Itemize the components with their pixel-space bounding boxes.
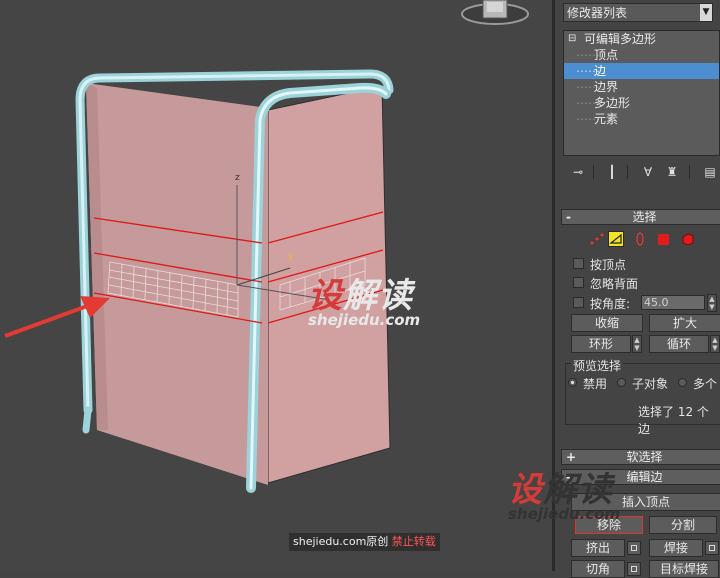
ignore-backfacing-checkbox[interactable]	[573, 277, 584, 288]
credit-tag: shejiedu.com原创 禁止转载	[289, 533, 440, 551]
split-button[interactable]: 分割	[649, 516, 717, 534]
preview-selection-label: 预览选择	[571, 357, 624, 374]
selection-status: 选择了 12 个边	[638, 405, 709, 436]
chamfer-button[interactable]: 切角	[571, 560, 625, 578]
ring-button[interactable]: 环形	[571, 335, 631, 353]
chamfer-settings-button[interactable]	[627, 562, 641, 576]
show-end-result-icon[interactable]: ┃	[603, 163, 621, 181]
watermark-top: 设解读 shejiedu.com	[308, 276, 421, 329]
axis-z-label: z	[235, 173, 240, 183]
modifier-stack[interactable]: ⊟ 可编辑多边形 ⋯⋯ 顶点 ⋯⋯ 边 ⋯⋯ 边界 ⋯⋯ 多边形 ⋯⋯ 元素	[563, 30, 720, 156]
angle-input[interactable]: 45.0	[641, 295, 705, 310]
border-level-icon[interactable]	[632, 231, 648, 247]
configure-sets-icon[interactable]: ▤	[701, 163, 719, 181]
collapse-icon[interactable]: ⊟	[568, 31, 576, 47]
by-angle-label: 按角度:	[590, 297, 631, 311]
weld-settings-button[interactable]	[705, 541, 719, 555]
stack-item-edge[interactable]: ⋯⋯ 边	[564, 63, 719, 79]
vertex-level-icon[interactable]	[589, 231, 605, 247]
modifier-list-dropdown[interactable]: 修改器列表 ▼	[563, 3, 713, 22]
perspective-viewport[interactable]: z y 设解读 shejiedu.com shejiedu.com原创 禁止转载	[0, 0, 552, 571]
shrink-button[interactable]: 收缩	[571, 314, 643, 332]
viewcube-icon[interactable]	[461, 0, 529, 25]
extrude-button[interactable]: 挤出	[571, 539, 625, 557]
weld-button[interactable]: 焊接	[649, 539, 703, 557]
preview-disable-label: 禁用	[583, 377, 608, 391]
stack-item-polygon[interactable]: ⋯⋯ 多边形	[564, 95, 719, 111]
stack-root[interactable]: ⊟ 可编辑多边形	[564, 31, 719, 47]
preview-multi-label: 多个	[693, 377, 718, 391]
angle-spinner[interactable]: ▲ ▼	[707, 294, 717, 312]
edge-level-icon[interactable]	[608, 231, 624, 247]
stack-toolbar: ⊸ ┃ ∀ ♜ ▤	[563, 163, 720, 181]
grow-button[interactable]: 扩大	[649, 314, 720, 332]
stack-item-element[interactable]: ⋯⋯ 元素	[564, 111, 719, 127]
ignore-backfacing-label: 忽略背面	[590, 277, 639, 291]
stack-item-border[interactable]: ⋯⋯ 边界	[564, 79, 719, 95]
by-angle-checkbox[interactable]	[573, 297, 584, 308]
selection-rollout-header[interactable]: - 选择	[561, 209, 720, 225]
axis-y-label: y	[288, 251, 294, 262]
element-level-icon[interactable]	[680, 231, 696, 247]
extrude-settings-button[interactable]	[627, 541, 641, 555]
by-vertex-checkbox[interactable]	[573, 258, 584, 269]
loop-button[interactable]: 循环	[649, 335, 709, 353]
by-vertex-label: 按顶点	[590, 258, 627, 272]
preview-disable-radio[interactable]	[568, 378, 577, 387]
make-unique-icon[interactable]: ∀	[639, 163, 657, 181]
preview-multi-radio[interactable]	[678, 378, 687, 387]
chevron-down-icon[interactable]: ▼	[700, 4, 712, 21]
pin-stack-icon[interactable]: ⊸	[569, 163, 587, 181]
watermark-bottom: 设解读 shejiedu.com	[508, 470, 621, 523]
stack-item-vertex[interactable]: ⋯⋯ 顶点	[564, 47, 719, 63]
target-weld-button[interactable]: 目标焊接	[649, 560, 719, 578]
preview-subobject-label: 子对象	[632, 377, 669, 391]
preview-subobject-radio[interactable]	[617, 378, 626, 387]
loop-spinner[interactable]: ▲ ▼	[710, 335, 720, 353]
ring-spinner[interactable]: ▲ ▼	[632, 335, 642, 353]
polygon-level-icon[interactable]	[658, 234, 669, 245]
remove-modifier-icon[interactable]: ♜	[663, 163, 681, 181]
